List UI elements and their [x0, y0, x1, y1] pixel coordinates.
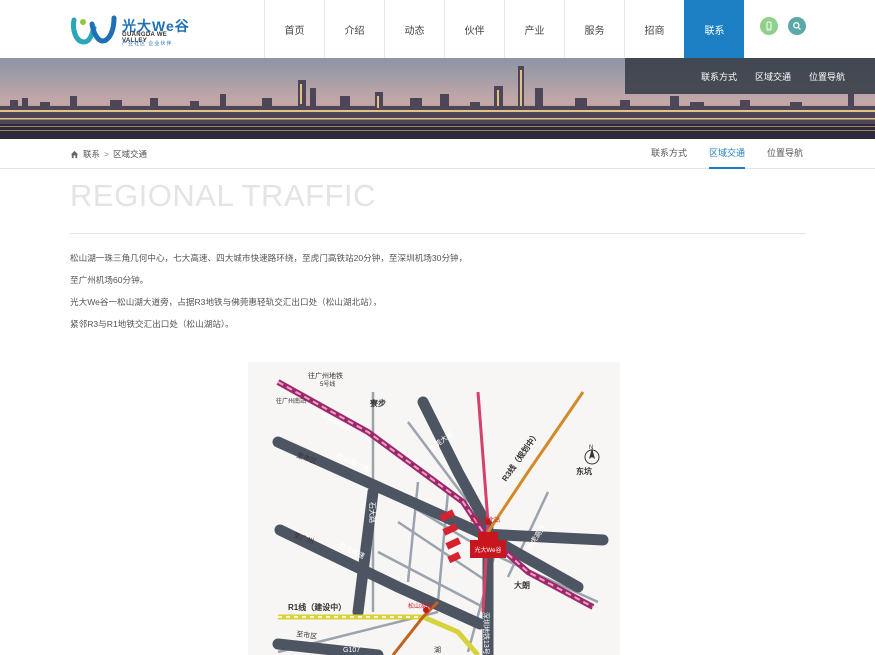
section-tabs: 联系方式 区域交通 位置导航: [651, 139, 803, 169]
paragraph-2: 至广州机场60分钟。: [70, 275, 149, 285]
map-label-logo: 光大We谷: [475, 546, 502, 554]
breadcrumb-separator: >: [104, 149, 109, 159]
breadcrumb-bar: 联系 > 区域交通 联系方式 区域交通 位置导航: [0, 139, 875, 169]
map-label-shenzhen-metro: 深圳地铁13号线: [482, 612, 491, 655]
map-label-r1: R1线（建设中）: [288, 602, 346, 612]
nav-item-investment[interactable]: 招商: [624, 0, 684, 58]
logo-mark-icon: [71, 15, 117, 45]
banner-subnav: 联系方式 区域交通 位置导航: [625, 58, 875, 94]
breadcrumb-contact[interactable]: 联系: [83, 148, 100, 160]
site-header: 光大We谷 GUANGDA WE VALLEY 产业社区 企业伙伴 首页 介绍 …: [0, 0, 875, 58]
nav-item-contact[interactable]: 联系: [684, 0, 744, 58]
map-label-songshanhu-station: 松山湖站: [408, 602, 432, 610]
map-label-guangzhou-south: 往广州南站: [276, 397, 306, 405]
nav-item-partners[interactable]: 伙伴: [444, 0, 504, 58]
map-label-songshanhu-north: 松山湖北站: [470, 516, 500, 524]
paragraph-1: 松山湖一珠三角几何中心，七大高速、四大城市快速路环绕，至虎门高铁站20分钟，至深…: [70, 253, 468, 263]
nav-item-services[interactable]: 服务: [564, 0, 624, 58]
nav-item-news[interactable]: 动态: [384, 0, 444, 58]
paragraph-4: 紧邻R3与R1地铁交汇出口处（松山湖站）。: [70, 319, 234, 329]
page-heading: REGIONAL TRAFFIC: [70, 178, 376, 213]
map-label-dalang: 大朗: [514, 580, 530, 590]
map-label-guangzhou-metro: 往广州地铁: [308, 371, 343, 380]
traffic-map: 光大We谷 往广州地铁 5号线 往广州南站 佛莞惠城轨 寮步 东莞大道 R3线（…: [248, 362, 620, 655]
nav-item-home[interactable]: 首页: [264, 0, 324, 58]
breadcrumb-traffic[interactable]: 区域交通: [113, 148, 147, 160]
nav-item-about[interactable]: 介绍: [324, 0, 384, 58]
banner-subnav-contact[interactable]: 联系方式: [701, 70, 737, 83]
phone-icon[interactable]: [760, 17, 778, 35]
main-nav: 首页 介绍 动态 伙伴 产业 服务 招商 联系: [264, 0, 744, 58]
tab-location[interactable]: 位置导航: [767, 139, 803, 169]
logo[interactable]: 光大We谷 GUANGDA WE VALLEY 产业社区 企业伙伴: [70, 12, 190, 48]
divider: [70, 233, 806, 234]
map-label-north: N: [589, 445, 593, 451]
map-label-dongkeng: 东坑: [576, 466, 592, 476]
map-label-line5: 5号线: [320, 380, 335, 388]
map-label-shida: 石大路: [368, 502, 377, 523]
banner-subnav-traffic[interactable]: 区域交通: [755, 70, 791, 83]
home-icon[interactable]: [70, 150, 79, 159]
traffic-map-image: 光大We谷 往广州地铁 5号线 往广州南站 佛莞惠城轨 寮步 东莞大道 R3线（…: [248, 362, 620, 655]
paragraph-3: 光大We谷一松山湖大道旁，占据R3地铁与佛莞惠轻轨交汇出口处（松山湖北站），: [70, 297, 382, 307]
map-label-liaobu: 寮步: [369, 398, 386, 408]
map-label-g107: G107: [343, 647, 360, 654]
logo-slogan: 产业社区 企业伙伴: [122, 41, 173, 47]
search-icon[interactable]: [788, 17, 806, 35]
breadcrumb: 联系 > 区域交通: [70, 148, 147, 160]
nav-item-industry[interactable]: 产业: [504, 0, 564, 58]
banner-image: 联系方式 区域交通 位置导航: [0, 58, 875, 139]
map-label-hu: 湖: [434, 645, 441, 654]
tab-traffic[interactable]: 区域交通: [708, 139, 745, 169]
banner-subnav-location[interactable]: 位置导航: [809, 70, 845, 83]
tab-contact[interactable]: 联系方式: [651, 139, 687, 169]
